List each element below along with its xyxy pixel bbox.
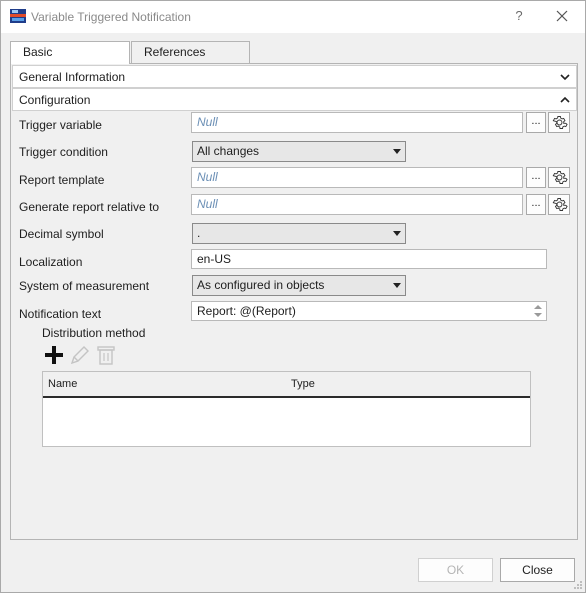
dropdown-arrow-icon — [393, 149, 401, 154]
trigger-variable-field[interactable]: Null — [191, 112, 523, 133]
trigger-variable-browse-button[interactable]: ... — [526, 112, 546, 133]
close-icon[interactable] — [551, 6, 573, 26]
notification-text-label: Notification text — [19, 307, 102, 321]
generate-relative-browse-button[interactable]: ... — [526, 194, 546, 215]
edit-icon[interactable] — [68, 343, 92, 367]
chevron-up-icon — [560, 96, 570, 103]
section-general-information[interactable]: General Information — [12, 65, 577, 88]
app-icon — [10, 9, 26, 23]
measurement-value: As configured in objects — [197, 278, 325, 292]
tab-panel-basic: General Information Configuration Trigge… — [10, 63, 578, 540]
gear-icon — [552, 198, 568, 211]
decimal-symbol-value: . — [197, 226, 201, 240]
add-icon[interactable] — [42, 343, 66, 367]
section-general-label: General Information — [19, 70, 126, 84]
tab-basic[interactable]: Basic — [10, 41, 130, 64]
decimal-symbol-label: Decimal symbol — [19, 227, 104, 241]
section-configuration-label: Configuration — [19, 93, 91, 107]
trigger-variable-label: Trigger variable — [19, 118, 102, 132]
generate-relative-label: Generate report relative to — [19, 200, 160, 214]
localization-input[interactable]: en-US — [191, 249, 547, 269]
resize-grip-icon[interactable] — [573, 580, 583, 590]
generate-relative-field[interactable]: Null — [191, 194, 523, 215]
tab-references[interactable]: References — [131, 41, 250, 63]
gear-icon — [552, 116, 568, 129]
distribution-method-label: Distribution method — [42, 326, 146, 340]
report-template-settings-button[interactable] — [548, 167, 570, 188]
distribution-table: Name Type — [42, 371, 531, 447]
generate-relative-settings-button[interactable] — [548, 194, 570, 215]
close-button[interactable]: Close — [500, 558, 575, 582]
delete-icon[interactable] — [94, 343, 118, 367]
notification-text-input[interactable]: Report: @(Report) — [191, 301, 547, 321]
table-header: Name Type — [43, 372, 530, 398]
ok-button[interactable]: OK — [418, 558, 493, 582]
trigger-condition-value: All changes — [197, 144, 260, 158]
chevron-down-icon — [560, 74, 570, 81]
trigger-variable-settings-button[interactable] — [548, 112, 570, 133]
gear-icon — [552, 171, 568, 184]
measurement-select[interactable]: As configured in objects — [192, 275, 406, 296]
column-header-name[interactable]: Name — [48, 378, 77, 390]
window-title: Variable Triggered Notification — [31, 10, 191, 24]
report-template-browse-button[interactable]: ... — [526, 167, 546, 188]
column-header-type[interactable]: Type — [291, 378, 315, 390]
spin-up-icon[interactable] — [534, 305, 542, 309]
report-template-label: Report template — [19, 173, 105, 187]
help-button[interactable]: ? — [509, 6, 529, 26]
decimal-symbol-select[interactable]: . — [192, 223, 406, 244]
dropdown-arrow-icon — [393, 283, 401, 288]
localization-label: Localization — [19, 255, 83, 269]
report-template-field[interactable]: Null — [191, 167, 523, 188]
dialog-window: Variable Triggered Notification ? Basic … — [0, 0, 586, 593]
spin-buttons[interactable] — [531, 303, 545, 320]
trigger-condition-select[interactable]: All changes — [192, 141, 406, 162]
dropdown-arrow-icon — [393, 231, 401, 236]
section-configuration[interactable]: Configuration — [12, 88, 577, 111]
trigger-condition-label: Trigger condition — [19, 145, 108, 159]
measurement-label: System of measurement — [19, 279, 150, 293]
title-bar: Variable Triggered Notification ? — [1, 1, 585, 33]
spin-down-icon[interactable] — [534, 313, 542, 317]
notification-text-value: Report: @(Report) — [197, 304, 296, 318]
